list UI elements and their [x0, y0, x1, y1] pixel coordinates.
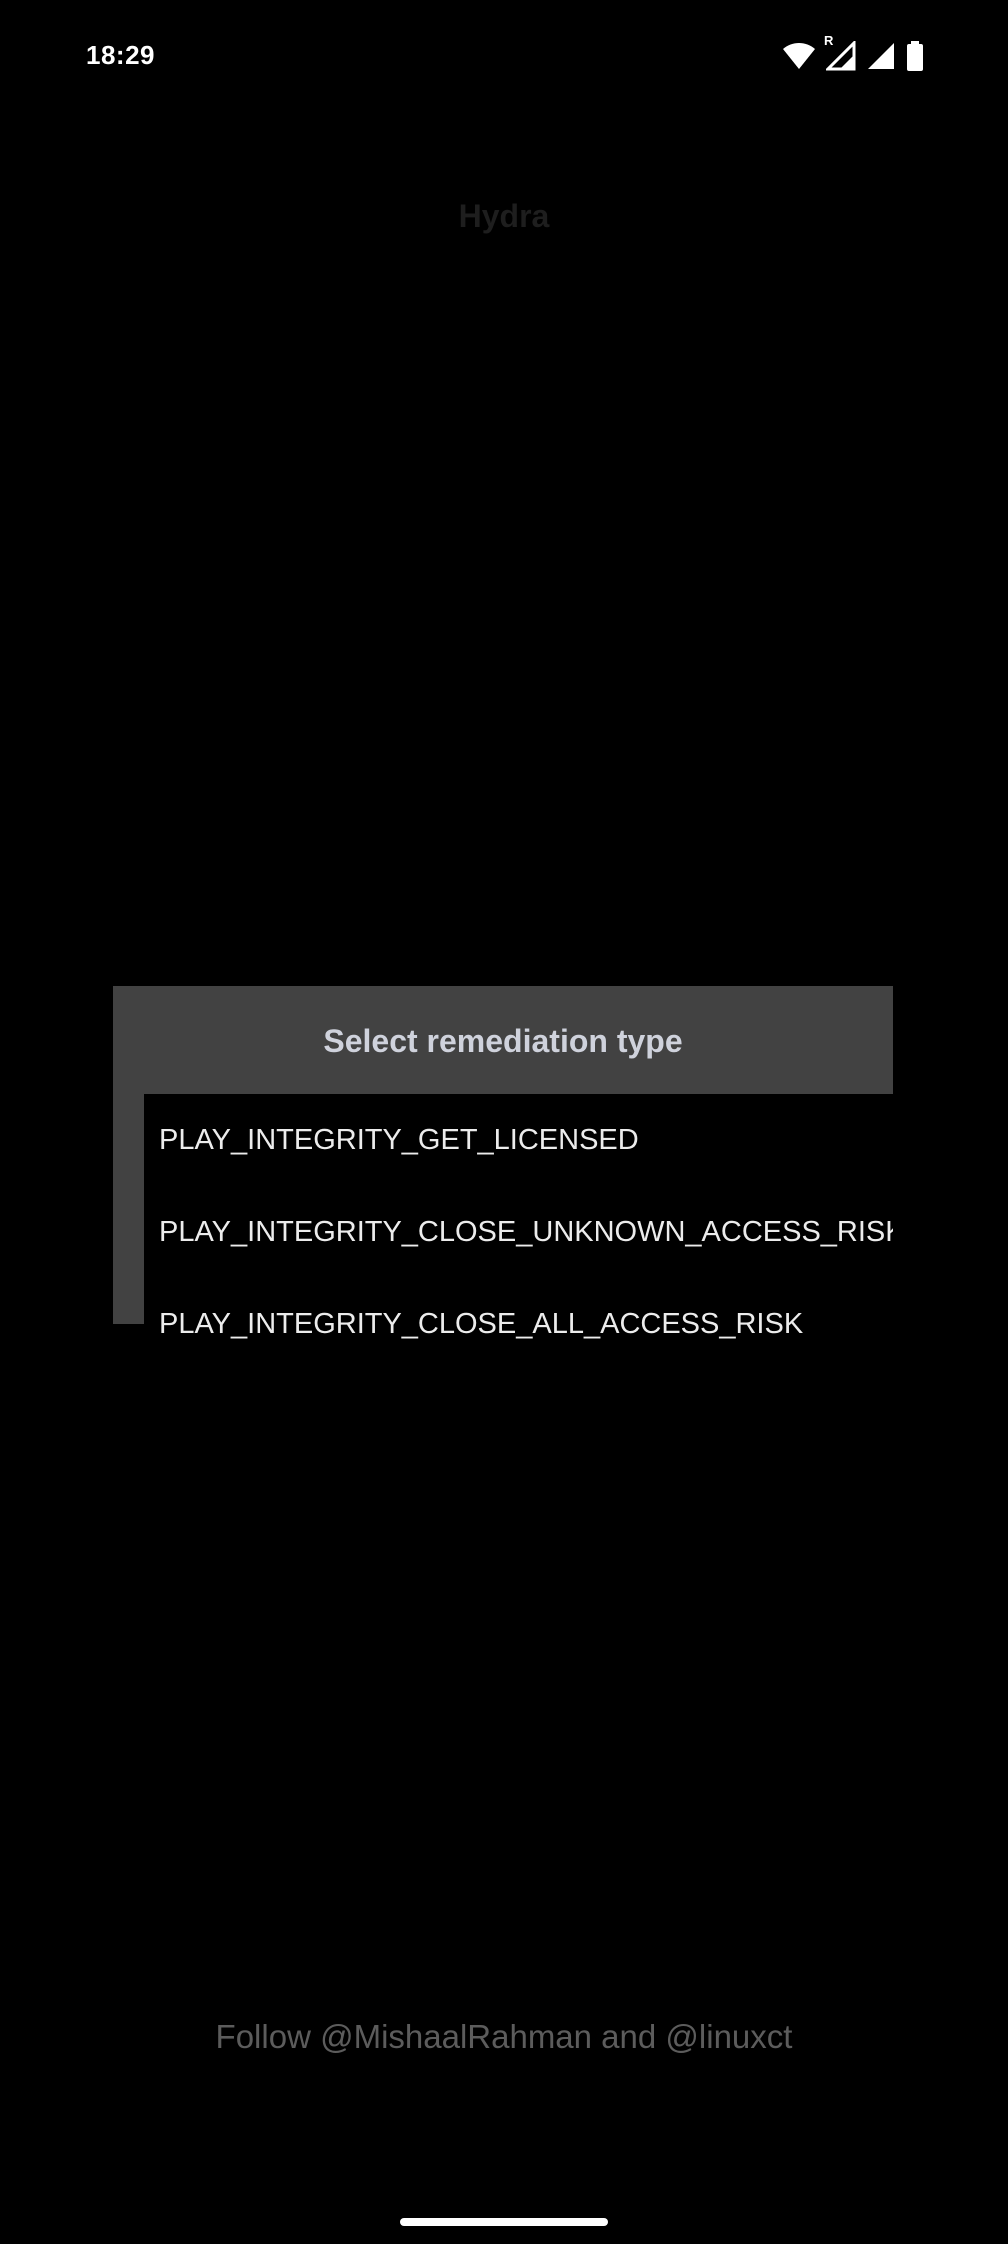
- roaming-badge: R: [824, 33, 834, 48]
- option-close-all-access-risk[interactable]: PLAY_INTEGRITY_CLOSE_ALL_ACCESS_RISK: [159, 1278, 893, 1370]
- status-icons: R: [782, 33, 924, 72]
- dialog-title: Select remediation type: [323, 1023, 683, 1059]
- remediation-option-list: PLAY_INTEGRITY_GET_LICENSED PLAY_INTEGRI…: [144, 1094, 893, 1370]
- option-get-licensed[interactable]: PLAY_INTEGRITY_GET_LICENSED: [159, 1094, 893, 1186]
- signal-roaming-icon: R: [824, 33, 856, 71]
- footer-credit-text: Follow @MishaalRahman and @linuxct: [215, 2018, 793, 2055]
- app-title: Hydra: [458, 198, 550, 234]
- status-time: 18:29: [86, 40, 155, 70]
- status-bar: 18:29 R: [0, 0, 1008, 112]
- gesture-nav-handle[interactable]: [400, 2218, 608, 2226]
- option-close-unknown-access-risk[interactable]: PLAY_INTEGRITY_CLOSE_UNKNOWN_ACCESS_RISK: [159, 1186, 893, 1278]
- battery-icon: [906, 41, 924, 71]
- wifi-icon: [782, 42, 816, 70]
- signal-icon: [866, 41, 896, 71]
